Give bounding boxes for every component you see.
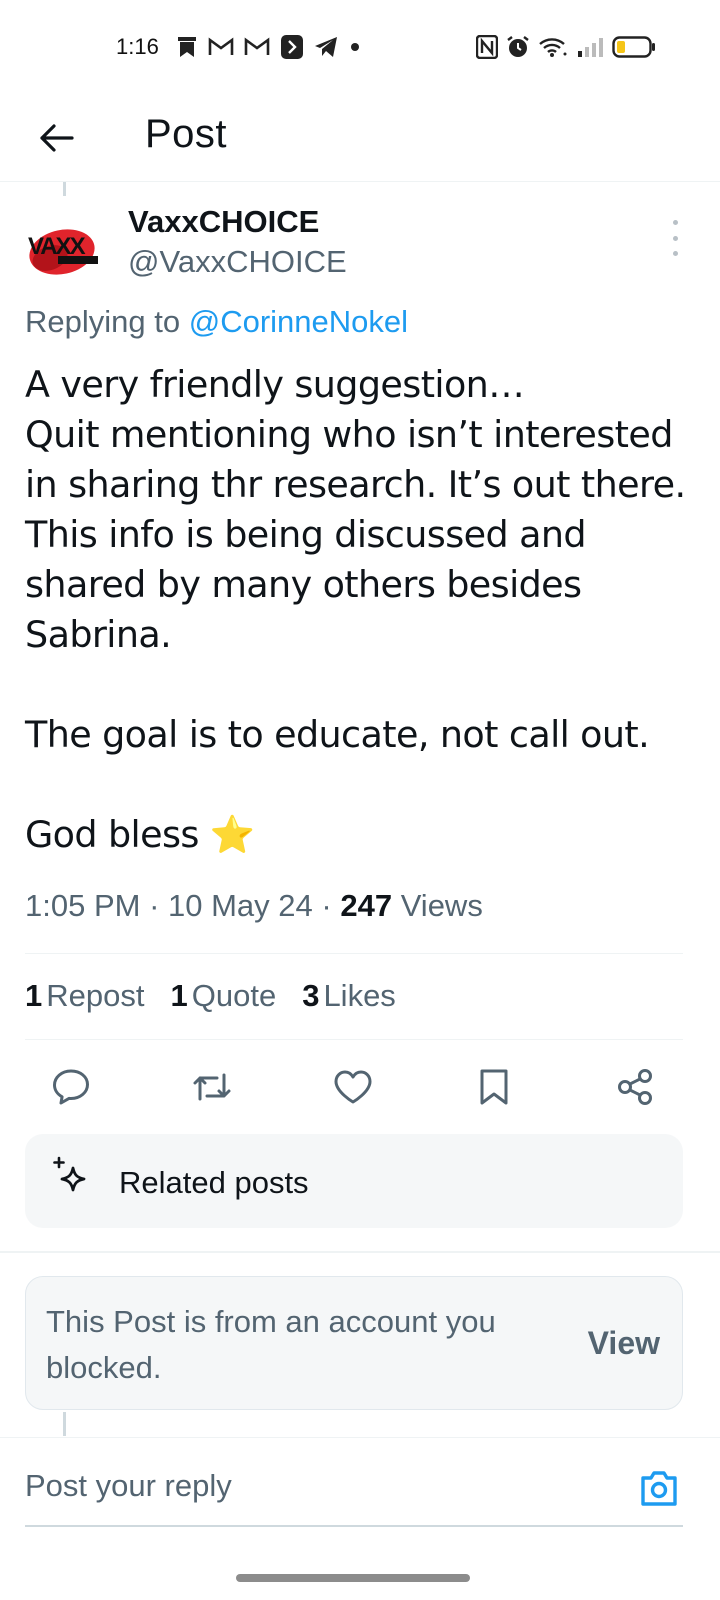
telegram-icon [314, 35, 338, 59]
quotes-label: Quote [191, 978, 277, 1013]
reposts-stat[interactable]: 1 Repost [25, 978, 144, 1014]
related-posts-label: Related posts [119, 1165, 309, 1200]
section-divider [0, 1251, 720, 1253]
author-name[interactable]: VaxxCHOICE [128, 204, 319, 240]
post-body: A very friendly suggestion… Quit mention… [25, 363, 686, 856]
vaxx-choice-logo: VAXX [28, 229, 98, 275]
dot-icon [348, 35, 362, 59]
nfc-icon [476, 35, 498, 59]
repost-icon [193, 1073, 231, 1101]
likes-stat[interactable]: 3 Likes [302, 978, 396, 1014]
app-notification-icon [280, 35, 304, 59]
status-bar: 1:16 [0, 0, 720, 96]
replying-prefix: Replying to [25, 304, 189, 339]
divider [25, 953, 683, 954]
avatar-logo-text: VAXX [28, 233, 86, 260]
repost-button[interactable] [187, 1062, 237, 1112]
page-title: Post [145, 112, 228, 156]
alarm-icon [506, 35, 530, 59]
quotes-stat[interactable]: 1 Quote [170, 978, 276, 1014]
avatar[interactable]: VAXX [22, 208, 104, 290]
back-arrow-icon [40, 124, 74, 152]
replying-to-handle-link[interactable]: @CorinneNokel [189, 304, 408, 339]
camera-button[interactable] [638, 1468, 680, 1508]
more-dot [672, 251, 678, 256]
signal-icon [576, 35, 604, 59]
wifi-icon [538, 35, 568, 59]
gesture-navigation-handle[interactable] [236, 1574, 470, 1582]
reply-composer [0, 1437, 720, 1527]
views-count[interactable]: 247 [340, 888, 392, 923]
views-label: Views [392, 888, 483, 923]
thread-connector-line [63, 182, 66, 196]
quotes-count: 1 [170, 978, 188, 1013]
related-posts-button[interactable]: Related posts [25, 1134, 683, 1228]
reply-button[interactable] [46, 1062, 96, 1112]
status-system-icons [476, 34, 656, 60]
like-icon [334, 1070, 372, 1104]
divider [25, 1039, 683, 1040]
reposts-label: Repost [46, 978, 145, 1013]
reply-underline [25, 1525, 683, 1527]
more-dot [672, 220, 678, 225]
camera-icon [641, 1471, 677, 1506]
post-meta: 1:05 PM · 10 May 24 · 247 Views [25, 888, 483, 924]
blocked-notice-text: This Post is from an account you blocked… [46, 1304, 496, 1385]
post-date: 10 May 24 [168, 888, 313, 923]
status-notification-icons [176, 34, 362, 60]
back-button[interactable] [34, 116, 78, 160]
bookmark-button[interactable] [469, 1062, 519, 1112]
sparkle-icon [53, 1156, 86, 1192]
reply-icon [53, 1069, 89, 1105]
bookmark-notification-icon [176, 35, 198, 59]
thread-connector-line [63, 1412, 66, 1436]
like-button[interactable] [328, 1062, 378, 1112]
battery-icon [612, 35, 656, 59]
share-icon [618, 1069, 652, 1105]
reply-input[interactable] [25, 1468, 585, 1504]
top-app-bar: Post [0, 96, 720, 182]
blocked-account-notice: This Post is from an account you blocked… [25, 1276, 683, 1410]
meta-separator: · [312, 888, 341, 923]
author-handle[interactable]: @VaxxCHOICE [128, 244, 347, 280]
status-time: 1:16 [116, 34, 159, 59]
bookmark-icon [480, 1069, 508, 1105]
meta-separator: · [140, 888, 169, 923]
post-time: 1:05 PM [25, 888, 141, 923]
more-options-button[interactable] [660, 220, 690, 256]
engagement-stats: 1 Repost 1 Quote 3 Likes [25, 978, 396, 1014]
gmail-icon [208, 35, 234, 59]
more-dot [672, 235, 678, 241]
view-button[interactable]: View [588, 1325, 660, 1362]
action-bar [25, 1062, 685, 1112]
share-button[interactable] [610, 1062, 660, 1112]
replying-to-line: Replying to @CorinneNokel [25, 304, 408, 340]
likes-count: 3 [302, 978, 320, 1013]
likes-label: Likes [323, 978, 396, 1013]
gmail-icon [244, 35, 270, 59]
reposts-count: 1 [25, 978, 43, 1013]
